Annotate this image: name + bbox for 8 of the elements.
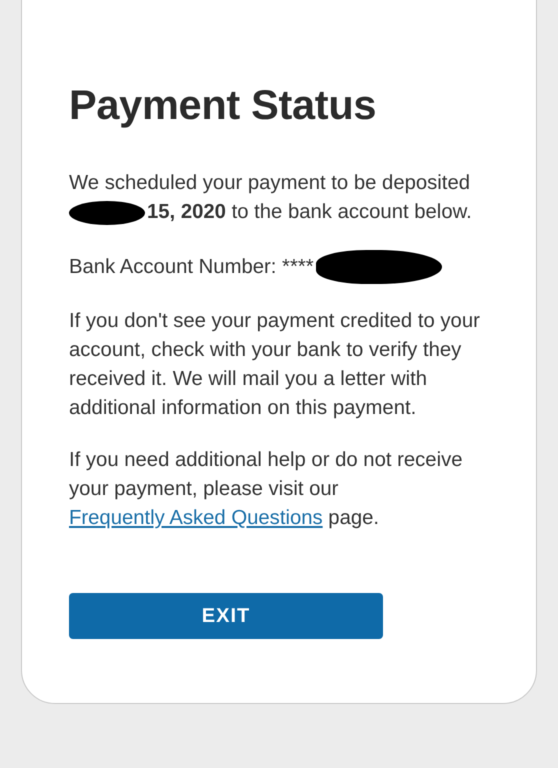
page-title: Payment Status bbox=[69, 81, 378, 129]
faq-link[interactable]: Frequently Asked Questions bbox=[69, 507, 323, 529]
account-number-label: Bank Account Number: **** bbox=[69, 254, 314, 280]
deposit-text: 15, 2020 to the bank account below. bbox=[147, 200, 472, 225]
notice-paragraph: If you don't see your payment credited to your account, check with your bank to verify they received it. We will mail you a letter with additional information on this payment. bbox=[69, 309, 481, 421]
exit-button[interactable]: EXIT bbox=[69, 593, 383, 639]
help-paragraph: If you need additional help or do not receive your payment, please visit our Frequently Asked Questions page. bbox=[69, 448, 464, 531]
deposit-text: We scheduled your payment to be deposited bbox=[69, 171, 472, 196]
